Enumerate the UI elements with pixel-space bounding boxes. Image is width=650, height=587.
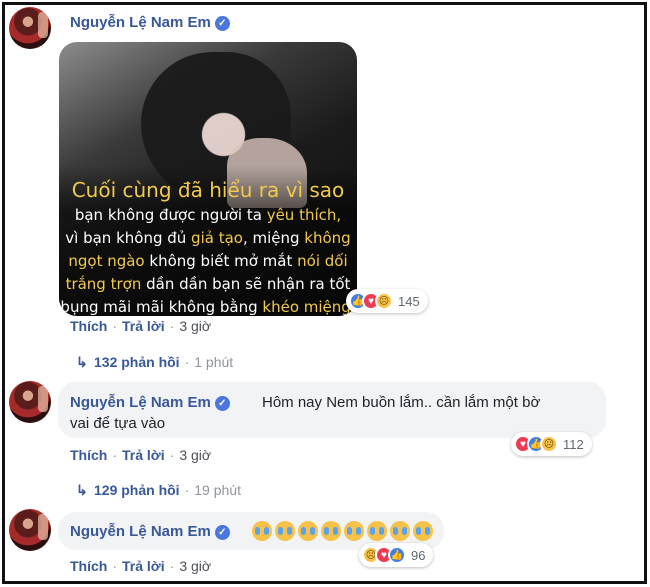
- timestamp[interactable]: 3 giờ: [179, 558, 211, 574]
- caption-segment: ngọt ngào: [68, 252, 145, 270]
- crying-face-icon: [275, 521, 295, 541]
- caption-line: bạn không được người ta yêu thích,: [59, 204, 357, 227]
- crying-face-icon: [344, 521, 364, 541]
- verified-check-icon: ✓: [214, 396, 230, 411]
- caption-segment: , miệng: [242, 229, 305, 247]
- avatar[interactable]: [9, 509, 51, 551]
- comment-actions: Thích · Trả lời · 3 giờ: [70, 447, 212, 463]
- caption-segment: không: [304, 229, 351, 247]
- caption-segment: không biết mở mắt: [144, 252, 298, 270]
- replies-count[interactable]: 132 phản hồi: [94, 354, 180, 370]
- reactions-summary[interactable]: ☹ ♥ 👍 96: [359, 543, 434, 567]
- reactions-summary[interactable]: 👍 ♥ ☹ 145: [346, 289, 428, 313]
- replies-time: 1 phút: [194, 354, 234, 370]
- replies-count[interactable]: 129 phản hồi: [94, 482, 180, 498]
- crying-face-icon: [390, 521, 410, 541]
- timestamp[interactable]: 3 giờ: [179, 318, 211, 334]
- crying-face-icon: [252, 521, 272, 541]
- like-link[interactable]: Thích: [70, 318, 107, 334]
- caption-segment: nói dối: [297, 252, 348, 270]
- author-name-text[interactable]: Nguyễn Lệ Nam Em: [70, 523, 211, 540]
- caption-segment: Cuối cùng đã hiểu ra vì sao: [71, 178, 345, 202]
- caption-segment: bụng mãi mãi không bằng: [60, 298, 263, 316]
- avatar[interactable]: [9, 7, 51, 49]
- reactions-summary[interactable]: ♥ 👍 ☹ 112: [511, 432, 592, 456]
- reply-link[interactable]: Trả lời: [122, 558, 165, 574]
- sad-reaction-icon: ☹: [540, 435, 558, 453]
- caption-segment: vì bạn không đủ: [65, 229, 192, 247]
- like-link[interactable]: Thích: [70, 558, 107, 574]
- caption-segment: bạn không được người ta: [74, 206, 267, 224]
- timestamp[interactable]: 3 giờ: [179, 447, 211, 463]
- reply-arrow-icon: ↳: [76, 354, 88, 370]
- author-name-text[interactable]: Nguyễn Lệ Nam Em: [70, 14, 211, 31]
- caption-line: bụng mãi mãi không bằng khéo miệng.: [59, 296, 357, 316]
- comment-photo[interactable]: Cuối cùng đã hiểu ra vì sao bạn không đượ…: [59, 42, 357, 316]
- reply-arrow-icon: ↳: [76, 482, 88, 498]
- caption-line: trắng trợn dần dần bạn sẽ nhận ra tốt: [59, 273, 357, 296]
- reaction-count: 112: [563, 436, 584, 452]
- caption-segment: khéo miệng.: [262, 298, 356, 316]
- verified-check-icon: ✓: [214, 16, 230, 31]
- avatar[interactable]: [9, 381, 51, 423]
- verified-check-icon: ✓: [214, 525, 230, 540]
- caption-line: vì bạn không đủ giả tạo, miệng không: [59, 227, 357, 250]
- crying-face-icon: [413, 521, 433, 541]
- like-reaction-icon: 👍: [388, 546, 406, 564]
- caption-segment: dần dần bạn sẽ nhận ra tốt: [141, 275, 351, 293]
- comment-actions: Thích · Trả lời · 3 giờ: [70, 558, 212, 574]
- reaction-count: 96: [411, 547, 426, 563]
- caption-line: Cuối cùng đã hiểu ra vì sao: [59, 176, 357, 204]
- crying-face-icon: [321, 521, 341, 541]
- comment-text-line-1: Hôm nay Nem buồn lắm.. cần lắm một bờ: [262, 394, 541, 411]
- sad-reaction-icon: ☹: [375, 292, 393, 310]
- caption-line: ngọt ngào không biết mở mắt nói dối: [59, 250, 357, 273]
- view-replies-link[interactable]: ↳ 132 phản hồi · 1 phút: [76, 354, 233, 371]
- reaction-count: 145: [398, 293, 420, 309]
- comment-actions: Thích · Trả lời · 3 giờ: [70, 318, 212, 334]
- author-name[interactable]: Nguyễn Lệ Nam Em ✓: [70, 14, 230, 31]
- author-name-text[interactable]: Nguyễn Lệ Nam Em: [70, 394, 211, 411]
- reply-link[interactable]: Trả lời: [122, 447, 165, 463]
- reply-link[interactable]: Trả lời: [122, 318, 165, 334]
- caption-segment: trắng trợn: [65, 275, 142, 293]
- emoji-text: [252, 521, 436, 541]
- like-link[interactable]: Thích: [70, 447, 107, 463]
- crying-face-icon: [367, 521, 387, 541]
- caption-segment: yêu thích,: [266, 206, 342, 224]
- caption-segment: giả tạo: [191, 229, 243, 247]
- view-replies-link[interactable]: ↳ 129 phản hồi · 19 phút: [76, 482, 241, 499]
- crying-face-icon: [298, 521, 318, 541]
- comment-text-line-2: vai để tựa vào: [70, 415, 166, 432]
- photo-caption: Cuối cùng đã hiểu ra vì sao bạn không đượ…: [59, 176, 357, 316]
- replies-time: 19 phút: [194, 482, 241, 498]
- author-name[interactable]: Nguyễn Lệ Nam Em ✓: [70, 394, 230, 411]
- author-name[interactable]: Nguyễn Lệ Nam Em ✓: [70, 523, 230, 540]
